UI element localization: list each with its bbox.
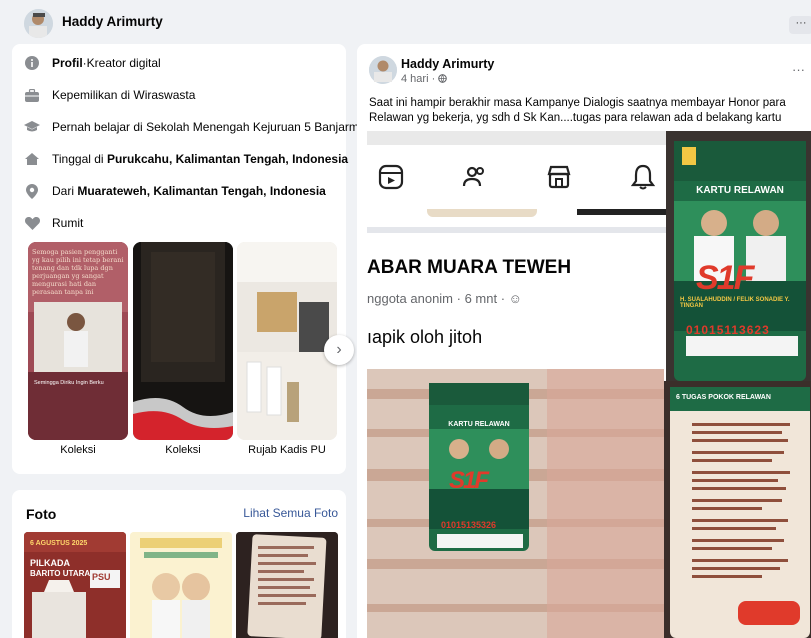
profile-name[interactable]: Haddy Arimurty [62, 14, 163, 29]
post-timestamp[interactable]: 4 hari · [401, 73, 448, 85]
bell-icon [629, 163, 657, 196]
intro-profile-label[interactable]: Profil [52, 56, 83, 70]
card-names: H. SUALAHUDDIN / FELIK SONADIE Y. TINGAN [680, 297, 790, 309]
poster-date: 6 AGUSTUS 2025 [30, 540, 88, 547]
card-logo: S1F [696, 259, 754, 297]
highlight-label-2[interactable]: Koleksi [133, 444, 233, 456]
globe-icon [438, 73, 448, 85]
intro-from: Dari Muarateweh, Kalimantan Tengah, Indo… [24, 181, 326, 201]
post-text: Saat ini hampir berakhir masa Kampanye D… [369, 97, 786, 124]
highlight-card-2[interactable] [133, 242, 233, 440]
friends-icon [461, 163, 489, 196]
post-author-name[interactable]: Haddy Arimurty [401, 57, 494, 71]
card-number: 01015113623 [686, 323, 770, 337]
more-options-button[interactable]: ··· [789, 16, 811, 34]
chevron-right-icon: › [336, 341, 342, 358]
location-pin-icon [24, 183, 40, 199]
poster-badge: PSU [92, 572, 111, 582]
embedded-nav-bar [377, 159, 657, 199]
photo-thumb-2[interactable] [130, 532, 232, 638]
briefcase-icon [24, 87, 40, 103]
story-caption: Semingga Diriku Ingin Berku [34, 380, 104, 386]
post-photo-3[interactable]: KARTU RELAWAN S1F 01015135326 [367, 369, 664, 638]
intro-relationship-status: Rumit [52, 216, 84, 230]
reels-icon [377, 163, 405, 196]
card-logo-2: S1F [449, 467, 489, 494]
info-icon [24, 55, 40, 71]
see-all-photos-link[interactable]: Lihat Semua Foto [243, 506, 338, 520]
post-photo-4[interactable]: 6 TUGAS POKOK RELAWAN [664, 381, 811, 638]
photos-title: Foto [26, 506, 57, 522]
post-photo-2[interactable]: KARTU RELAWAN S1F H. SUALAHUDDIN / FELIK… [666, 131, 811, 381]
tasks-title: 6 TUGAS POKOK RELAWAN [676, 394, 771, 401]
intro-profile: Profil · Kreator digital [24, 53, 161, 73]
home-icon [24, 151, 40, 167]
profile-header: Haddy Arimurty ··· [0, 0, 811, 44]
embedded-group-name: ABAR MUARA TEWEH [367, 257, 572, 278]
highlights-next-button[interactable]: › [324, 335, 354, 365]
photos-card: Foto Lihat Semua Foto 6 AGUSTUS 2025 PIL… [12, 490, 346, 638]
highlight-card-1[interactable]: Semoga pasien pengganti yg kau pilih ini… [28, 242, 128, 440]
post-author-avatar[interactable] [369, 56, 397, 84]
embedded-post-meta: nggota anonim · 6 mnt · ☺ [367, 291, 522, 306]
embedded-post-body: ıapik oloh jitoh [367, 327, 483, 347]
story-quote-text: Semoga pasien pengganti yg kau pilih ini… [32, 248, 124, 296]
group-privacy-icon: ☺ [508, 291, 522, 306]
highlight-card-3[interactable] [237, 242, 337, 440]
card-number-2: 01015135326 [441, 520, 497, 530]
intro-education-place[interactable]: Sekolah Menengah Kejuruan 5 Banjarmasin [146, 120, 381, 134]
intro-lives-place[interactable]: Purukcahu, Kalimantan Tengah, Indonesia [107, 152, 348, 166]
profile-avatar[interactable] [24, 9, 53, 38]
intro-relationship: Rumit [24, 213, 83, 233]
intro-lives: Tinggal di Purukcahu, Kalimantan Tengah,… [24, 149, 348, 169]
card-title: KARTU RELAWAN [696, 185, 784, 196]
poster-title-2: BARITO UTARA [30, 569, 91, 578]
photo-thumb-3[interactable] [236, 532, 338, 638]
intro-education: Pernah belajar di Sekolah Menengah Kejur… [24, 117, 381, 137]
heart-icon [24, 215, 40, 231]
post-photo-1[interactable]: ABAR MUARA TEWEH nggota anonim · 6 mnt ·… [367, 131, 666, 369]
graduation-cap-icon [24, 119, 40, 135]
intro-work: Kepemilikan di Wiraswasta [24, 85, 195, 105]
intro-work-place[interactable]: Wiraswasta [133, 88, 195, 102]
highlight-label-3[interactable]: Rujab Kadis PU [237, 444, 337, 456]
card-title-2: KARTU RELAWAN [448, 421, 510, 428]
intro-from-place[interactable]: Muarateweh, Kalimantan Tengah, Indonesia [77, 184, 326, 198]
intro-profile-type: Kreator digital [86, 56, 161, 70]
photo-thumb-1[interactable]: 6 AGUSTUS 2025 PILKADA BARITO UTARA PSU [24, 532, 126, 638]
post-options-icon[interactable]: ··· [792, 62, 805, 77]
highlight-label-1[interactable]: Koleksi [28, 444, 128, 456]
marketplace-icon [545, 163, 573, 196]
poster-title-1: PILKADA [30, 558, 70, 568]
